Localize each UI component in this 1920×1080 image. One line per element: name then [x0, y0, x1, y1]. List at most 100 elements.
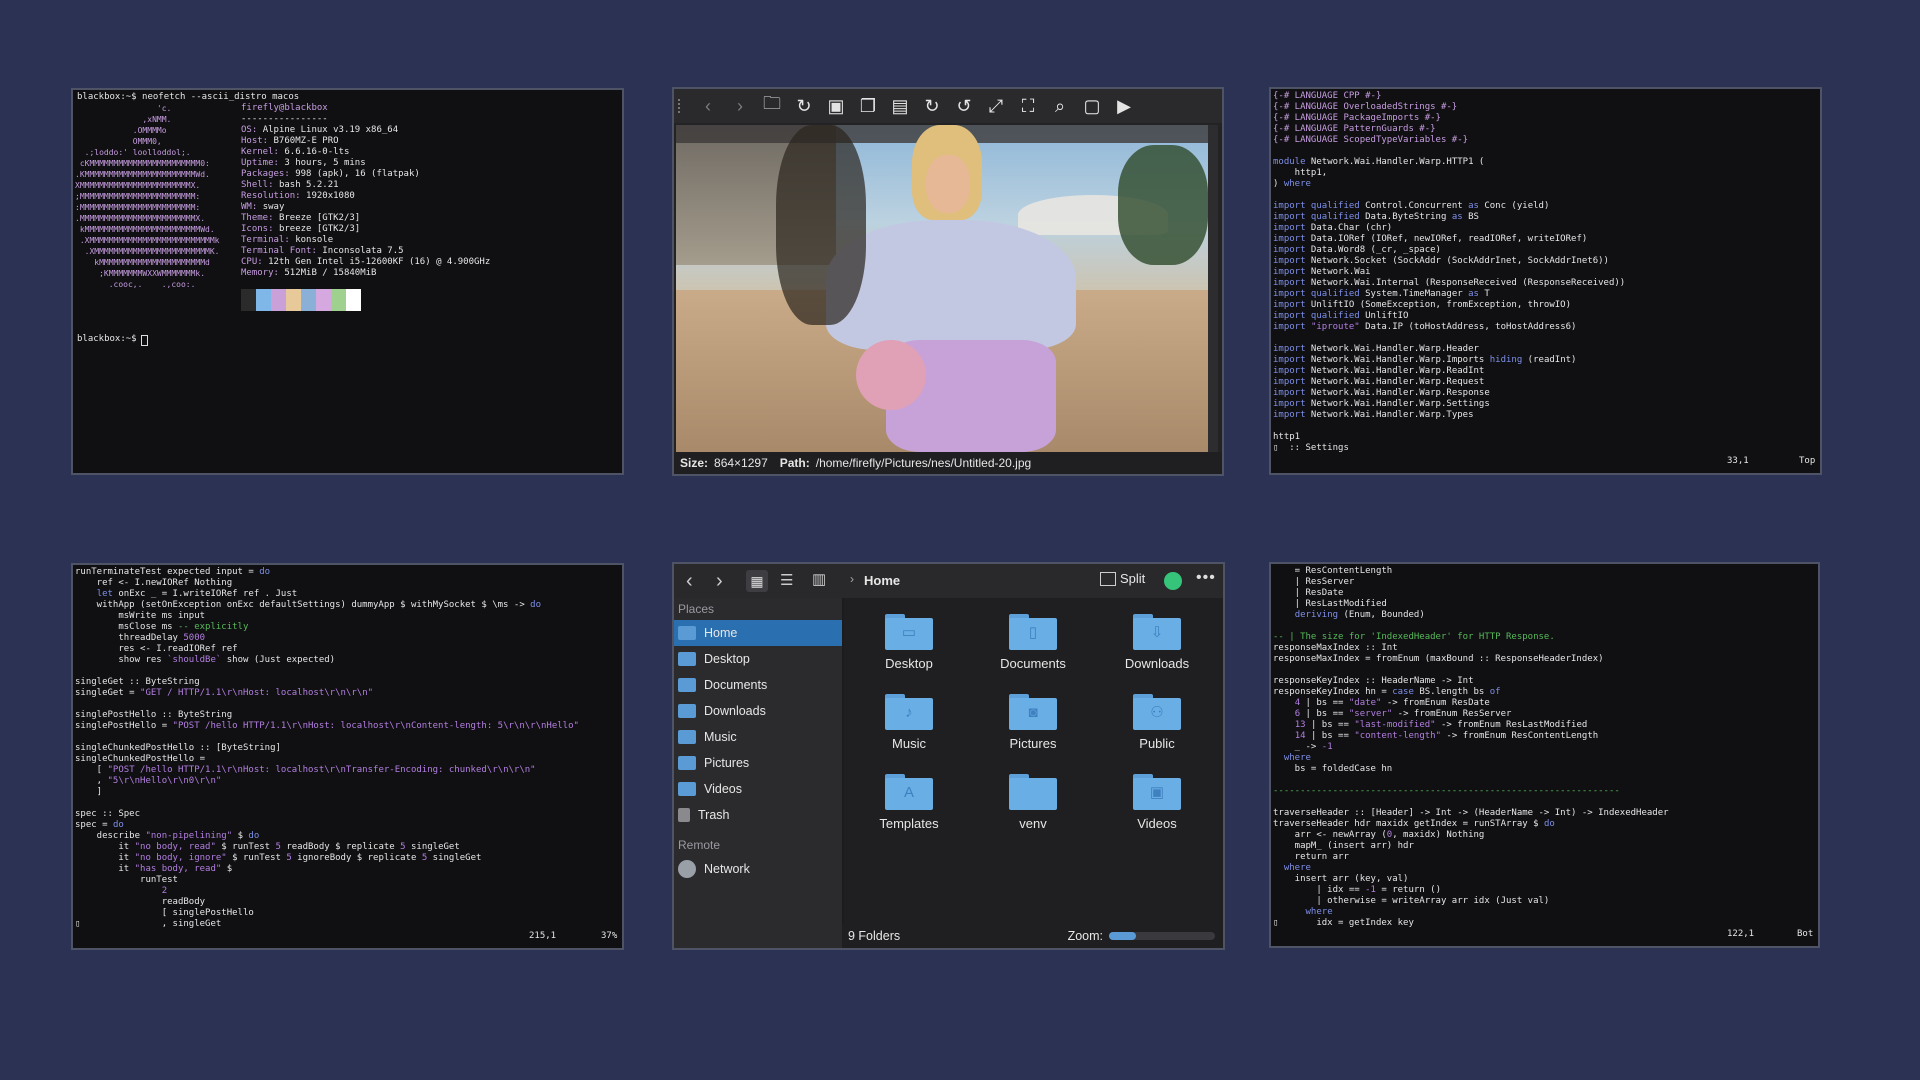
page-icon[interactable]: ▤ [884, 91, 916, 121]
slideshow-play-icon[interactable]: ▶ [1108, 91, 1140, 121]
folder-public[interactable]: ⚇ Public [1102, 694, 1212, 751]
sidebar-item-pictures[interactable]: Pictures [674, 750, 842, 776]
viewer-toolbar: ‹ › 🗀 ↻ ▣ ❐ ▤ ↻ ↺ ⤢ ⛶ ⌕ ▢ ▶ [674, 89, 1222, 123]
color-palette [241, 289, 490, 311]
sidebar-item-trash[interactable]: Trash [674, 802, 842, 828]
details-view-icon[interactable]: ☰ [780, 571, 793, 589]
info-label: Kernel: [241, 147, 285, 157]
sidebar-item-label: Desktop [704, 652, 750, 666]
sidebar-item-music[interactable]: Music [674, 724, 842, 750]
trash-icon [678, 808, 690, 822]
sidebar-item-label: Home [704, 626, 738, 640]
sidebar-item-label: Downloads [704, 704, 766, 718]
editor-haskell-imports[interactable]: {-# LANGUAGE CPP #-} {-# LANGUAGE Overlo… [1269, 87, 1822, 475]
folder-templates[interactable]: A Templates [854, 774, 964, 831]
reload-icon[interactable]: ↻ [788, 91, 820, 121]
save-icon[interactable]: ▣ [820, 91, 852, 121]
path-label: Path: [779, 456, 810, 470]
split-button[interactable]: Split [1100, 571, 1145, 586]
open-folder-icon[interactable]: 🗀 [756, 91, 788, 121]
folder-venv[interactable]: venv [978, 774, 1088, 831]
sidebar-item-desktop[interactable]: Desktop [674, 646, 842, 672]
folder-desktop[interactable]: ▭ Desktop [854, 614, 964, 671]
apple-ascii-logo: 'c. ,xNMM. .OMMMMo OMMM0, .;loddo:' lool… [75, 104, 220, 289]
sidebar-item-label: Trash [698, 808, 730, 822]
info-value: sway [262, 202, 285, 212]
sidebar-item-label: Music [704, 730, 737, 744]
info-label: Memory: [241, 268, 285, 278]
zoom-label: Zoom: [1067, 929, 1103, 943]
breadcrumb-home[interactable]: Home [864, 573, 900, 588]
scroll-position: 37% [601, 931, 618, 941]
folder-icon: ▭ [885, 614, 933, 650]
terminal-neofetch[interactable]: blackbox:~$ neofetch --ascii_distro maco… [71, 88, 624, 475]
info-line: OS: Alpine Linux v3.19 x86_64 [241, 125, 490, 136]
palette-swatch [241, 289, 256, 311]
editor-haskell-headers[interactable]: = ResContentLength | ResServer | ResDate… [1269, 562, 1820, 948]
file-manager-window[interactable]: ‹ › ▦ ☰ ▥ › Home Split ••• Places Home De… [672, 562, 1225, 950]
zoom-icon[interactable]: ⌕ [1044, 91, 1076, 121]
text-cursor [140, 335, 148, 346]
places-sidebar: Places Home Desktop Documents Downloads Musi… [674, 598, 842, 948]
terminal-command: blackbox:~$ neofetch --ascii_distro maco… [77, 92, 300, 102]
file-manager-status-bar: 9 Folders Zoom: [842, 924, 1223, 948]
original-size-icon[interactable]: ▢ [1076, 91, 1108, 121]
folder-label: Music [892, 736, 926, 751]
image-viewer-window[interactable]: ‹ › 🗀 ↻ ▣ ❐ ▤ ↻ ↺ ⤢ ⛶ ⌕ ▢ ▶ Size: 864×12… [672, 87, 1224, 476]
code-view: = ResContentLength | ResServer | ResDate… [1273, 566, 1669, 928]
sidebar-item-videos[interactable]: Videos [674, 776, 842, 802]
zoom-slider[interactable] [1109, 932, 1215, 940]
more-menu-icon[interactable]: ••• [1196, 569, 1216, 587]
folder-music[interactable]: ♪ Music [854, 694, 964, 751]
info-line: CPU: 12th Gen Intel i5-12600KF (16) @ 4.… [241, 257, 490, 268]
next-icon[interactable]: › [724, 91, 756, 121]
back-icon[interactable]: ‹ [686, 570, 693, 593]
shell-prompt: blackbox:~$ [77, 334, 137, 344]
info-label: Terminal Font: [241, 246, 323, 256]
folder-pictures[interactable]: ◙ Pictures [978, 694, 1088, 751]
sidebar-item-label: Pictures [704, 756, 750, 770]
info-line: Icons: breeze [GTK2/3] [241, 224, 490, 235]
pictures-icon [678, 756, 696, 770]
folder-videos[interactable]: ▣ Videos [1102, 774, 1212, 831]
info-label: Host: [241, 136, 274, 146]
sidebar-item-network[interactable]: Network [674, 856, 842, 882]
info-line: Shell: bash 5.2.21 [241, 180, 490, 191]
sync-status-icon[interactable] [1164, 572, 1182, 590]
viewer-scrollbar[interactable] [1208, 125, 1218, 452]
viewer-status-bar: Size: 864×1297 Path: /home/firefly/Pictu… [674, 452, 1222, 474]
info-label: Packages: [241, 169, 296, 179]
forward-icon[interactable]: › [716, 570, 723, 593]
palette-swatch [301, 289, 316, 311]
copy-icon[interactable]: ❐ [852, 91, 884, 121]
drag-handle-icon[interactable] [678, 99, 686, 113]
icons-view-icon[interactable]: ▦ [746, 570, 768, 592]
info-value: konsole [295, 235, 334, 245]
rotate-clockwise-icon[interactable]: ↻ [916, 91, 948, 121]
info-label: WM: [241, 202, 263, 212]
sidebar-item-downloads[interactable]: Downloads [674, 698, 842, 724]
info-value: 3 hours, 5 mins [284, 158, 366, 168]
palette-swatch [271, 289, 286, 311]
path-value: /home/firefly/Pictures/nes/Untitled-20.j… [815, 456, 1032, 470]
sidebar-item-documents[interactable]: Documents [674, 672, 842, 698]
fullscreen-icon[interactable]: ⛶ [1012, 91, 1044, 121]
remote-header: Remote [678, 838, 721, 852]
cursor-position: 33,1 [1727, 456, 1749, 466]
rotate-counterclockwise-icon[interactable]: ↺ [948, 91, 980, 121]
folder-icon: ▣ [1133, 774, 1181, 810]
palette-swatch [346, 289, 361, 311]
info-label: Shell: [241, 180, 279, 190]
editor-haskell-tests[interactable]: runTerminateTest expected input = do ref… [71, 563, 624, 950]
home-icon [678, 626, 696, 640]
sidebar-item-home[interactable]: Home [674, 620, 842, 646]
previous-icon[interactable]: ‹ [692, 91, 724, 121]
folder-label: Documents [1000, 656, 1066, 671]
folder-documents[interactable]: ▯ Documents [978, 614, 1088, 671]
folder-downloads[interactable]: ⇩ Downloads [1102, 614, 1212, 671]
folder-label: Templates [879, 816, 939, 831]
displayed-photo [676, 125, 1208, 452]
fit-window-icon[interactable]: ⤢ [980, 91, 1012, 121]
columns-view-icon[interactable]: ▥ [812, 570, 826, 588]
info-value: 512MiB / 15840MiB [284, 268, 377, 278]
